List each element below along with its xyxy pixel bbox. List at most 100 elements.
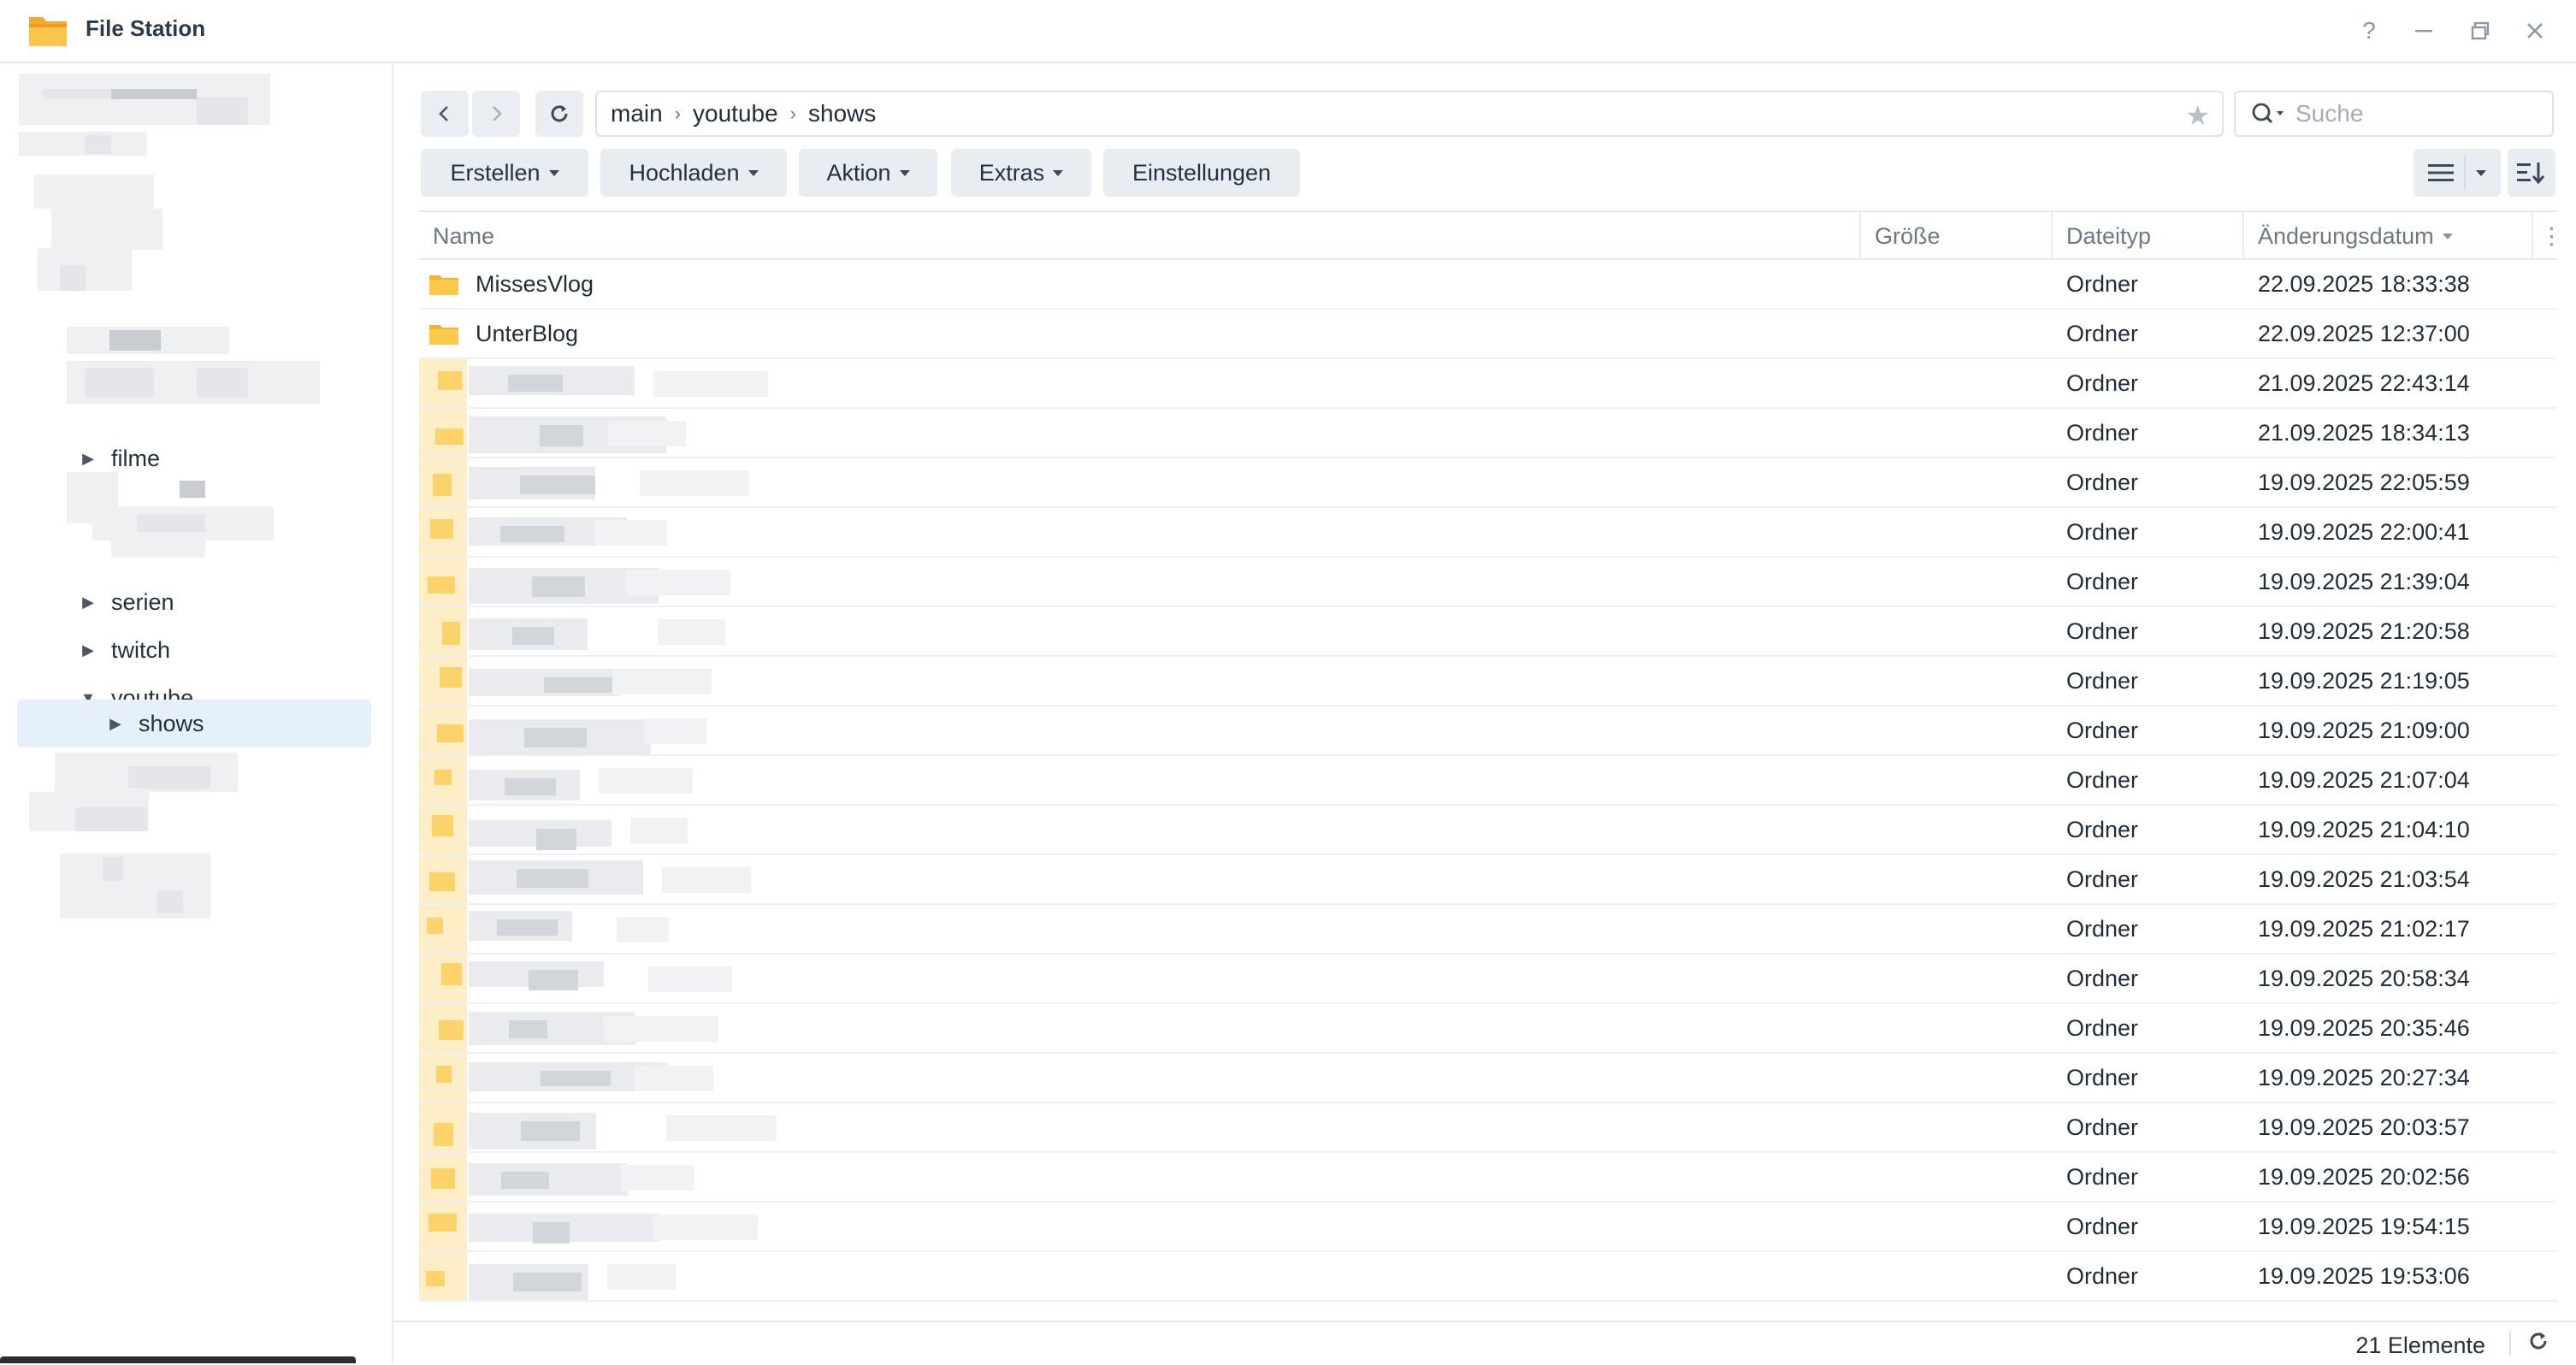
folder-icon [429, 325, 458, 345]
close-icon[interactable] [2516, 12, 2554, 50]
caret-right-icon[interactable]: ▶ [106, 715, 125, 733]
obscured-file-name [419, 607, 847, 655]
breadcrumb-segment[interactable]: shows [808, 100, 876, 127]
table-row[interactable]: Ordner 19.09.2025 21:09:00 [419, 706, 2557, 756]
table-row[interactable]: Ordner 19.09.2025 20:35:46 [419, 1004, 2557, 1054]
restore-icon[interactable] [2461, 12, 2499, 50]
file-type-cell: Ordner [2066, 618, 2139, 644]
forward-button[interactable] [472, 91, 520, 137]
column-header-modified[interactable]: Änderungsdatum [2244, 212, 2533, 260]
refresh-button[interactable] [535, 91, 583, 137]
table-row[interactable]: Ordner 19.09.2025 21:19:05 [419, 657, 2557, 706]
table-row[interactable]: UnterBlog Ordner 22.09.2025 12:37:00 [419, 310, 2557, 359]
sidebar-item-shows[interactable]: ▶ shows [17, 700, 371, 748]
search-box[interactable] [2234, 91, 2554, 137]
create-button[interactable]: Erstellen [421, 149, 588, 197]
modified-date-cell: 19.09.2025 21:04:10 [2258, 816, 2470, 842]
table-row[interactable]: Ordner 19.09.2025 21:04:10 [419, 806, 2557, 855]
status-footer: 21 Elemente [393, 1321, 2576, 1365]
folder-tree-sidebar: ▶ filme ▶ serien ▶ twitch ▼ youtube ▶ sh… [0, 63, 393, 1363]
refresh-icon [551, 105, 568, 122]
table-row[interactable]: Ordner 19.09.2025 20:02:56 [419, 1153, 2557, 1202]
item-count: 21 Elemente [2355, 1332, 2485, 1358]
column-header-name[interactable]: Name [419, 212, 1861, 260]
column-header-size[interactable]: Größe [1861, 212, 2053, 260]
file-type-cell: Ordner [2066, 766, 2139, 793]
file-type-cell: Ordner [2066, 419, 2139, 446]
modified-date-cell: 19.09.2025 21:03:54 [2258, 866, 2470, 892]
file-list: MissesVlog Ordner 22.09.2025 18:33:38 Unter… [419, 260, 2557, 1302]
file-name-cell[interactable]: MissesVlog [419, 260, 594, 308]
modified-date-cell: 19.09.2025 21:09:00 [2258, 717, 2470, 743]
app-title: File Station [86, 15, 206, 41]
breadcrumb-segment[interactable]: main [611, 100, 663, 127]
table-row[interactable]: Ordner 19.09.2025 21:02:17 [419, 905, 2557, 954]
table-row[interactable]: Ordner 19.09.2025 20:27:34 [419, 1054, 2557, 1103]
extras-button[interactable]: Extras [951, 149, 1091, 197]
obscured-file-name [419, 657, 847, 705]
obscured-file-name [419, 806, 847, 854]
action-button[interactable]: Aktion [799, 149, 937, 197]
file-type-cell: Ordner [2066, 1014, 2139, 1041]
modified-date-cell: 19.09.2025 21:39:04 [2258, 568, 2470, 594]
minimize-icon[interactable] [2405, 12, 2443, 50]
back-button[interactable] [421, 91, 469, 137]
table-row[interactable]: Ordner 19.09.2025 20:58:34 [419, 954, 2557, 1004]
caret-down-icon [899, 169, 910, 176]
obscured-file-name [419, 954, 847, 1002]
upload-button[interactable]: Hochladen [600, 149, 787, 197]
obscured-file-name [419, 409, 847, 457]
table-row[interactable]: Ordner 19.09.2025 19:53:06 [419, 1252, 2557, 1302]
taskbar-edge [0, 1356, 356, 1363]
breadcrumb-segment[interactable]: youtube [693, 100, 778, 127]
obscured-file-name [419, 855, 847, 903]
help-icon[interactable]: ? [2350, 12, 2388, 50]
search-icon[interactable] [2251, 101, 2289, 127]
table-row[interactable]: Ordner 21.09.2025 18:34:13 [419, 409, 2557, 458]
path-breadcrumb[interactable]: main › youtube › shows ★ [595, 91, 2224, 137]
sidebar-item-label: serien [111, 588, 174, 615]
table-row[interactable]: Ordner 21.09.2025 22:43:14 [419, 359, 2557, 409]
title-bar: File Station ? [0, 0, 2576, 63]
table-row[interactable]: Ordner 19.09.2025 21:03:54 [419, 855, 2557, 905]
table-row[interactable]: Ordner 19.09.2025 22:05:59 [419, 458, 2557, 508]
modified-date-cell: 19.09.2025 20:58:34 [2258, 965, 2470, 991]
obscured-file-name [419, 359, 847, 407]
settings-button[interactable]: Einstellungen [1103, 149, 1300, 197]
caret-right-icon[interactable]: ▶ [79, 594, 97, 612]
refresh-icon[interactable] [2526, 1329, 2550, 1360]
sort-button[interactable] [2508, 149, 2555, 197]
caret-right-icon[interactable]: ▶ [79, 450, 97, 468]
file-name-cell[interactable]: UnterBlog [419, 310, 578, 358]
table-row[interactable]: Ordner 19.09.2025 21:07:04 [419, 756, 2557, 806]
breadcrumb-chevron-icon: › [674, 103, 682, 124]
table-row[interactable]: Ordner 19.09.2025 19:54:15 [419, 1202, 2557, 1252]
modified-date-cell: 19.09.2025 22:00:41 [2258, 518, 2470, 545]
modified-date-cell: 19.09.2025 19:53:06 [2258, 1262, 2470, 1289]
table-row[interactable]: Ordner 19.09.2025 22:00:41 [419, 508, 2557, 558]
modified-date-cell: 19.09.2025 21:07:04 [2258, 766, 2470, 793]
folder-icon [429, 275, 458, 295]
caret-right-icon[interactable]: ▶ [79, 641, 97, 659]
obscured-file-name [419, 1153, 847, 1201]
modified-date-cell: 19.09.2025 21:20:58 [2258, 618, 2470, 644]
sidebar-item-twitch[interactable]: ▶ twitch [79, 626, 170, 674]
column-options-icon[interactable]: ⋮ [2533, 212, 2563, 260]
search-input[interactable] [2294, 99, 2545, 128]
table-row[interactable]: Ordner 19.09.2025 20:03:57 [419, 1103, 2557, 1153]
sidebar-item-serien[interactable]: ▶ serien [79, 578, 174, 626]
view-mode-button[interactable] [2414, 149, 2501, 197]
modified-date-cell: 19.09.2025 20:02:56 [2258, 1163, 2470, 1190]
list-view-icon [2428, 164, 2454, 181]
star-icon[interactable]: ★ [2185, 99, 2210, 132]
table-row[interactable]: Ordner 19.09.2025 21:20:58 [419, 607, 2557, 657]
file-type-cell: Ordner [2066, 1262, 2139, 1289]
table-row[interactable]: MissesVlog Ordner 22.09.2025 18:33:38 [419, 260, 2557, 310]
modified-date-cell: 19.09.2025 20:03:57 [2258, 1114, 2470, 1140]
obscured-file-name [419, 508, 847, 556]
file-type-cell: Ordner [2066, 518, 2139, 545]
sidebar-item-label: filme [111, 445, 161, 471]
table-row[interactable]: Ordner 19.09.2025 21:39:04 [419, 558, 2557, 607]
breadcrumb-chevron-icon: › [789, 103, 796, 124]
column-header-type[interactable]: Dateityp [2053, 212, 2244, 260]
